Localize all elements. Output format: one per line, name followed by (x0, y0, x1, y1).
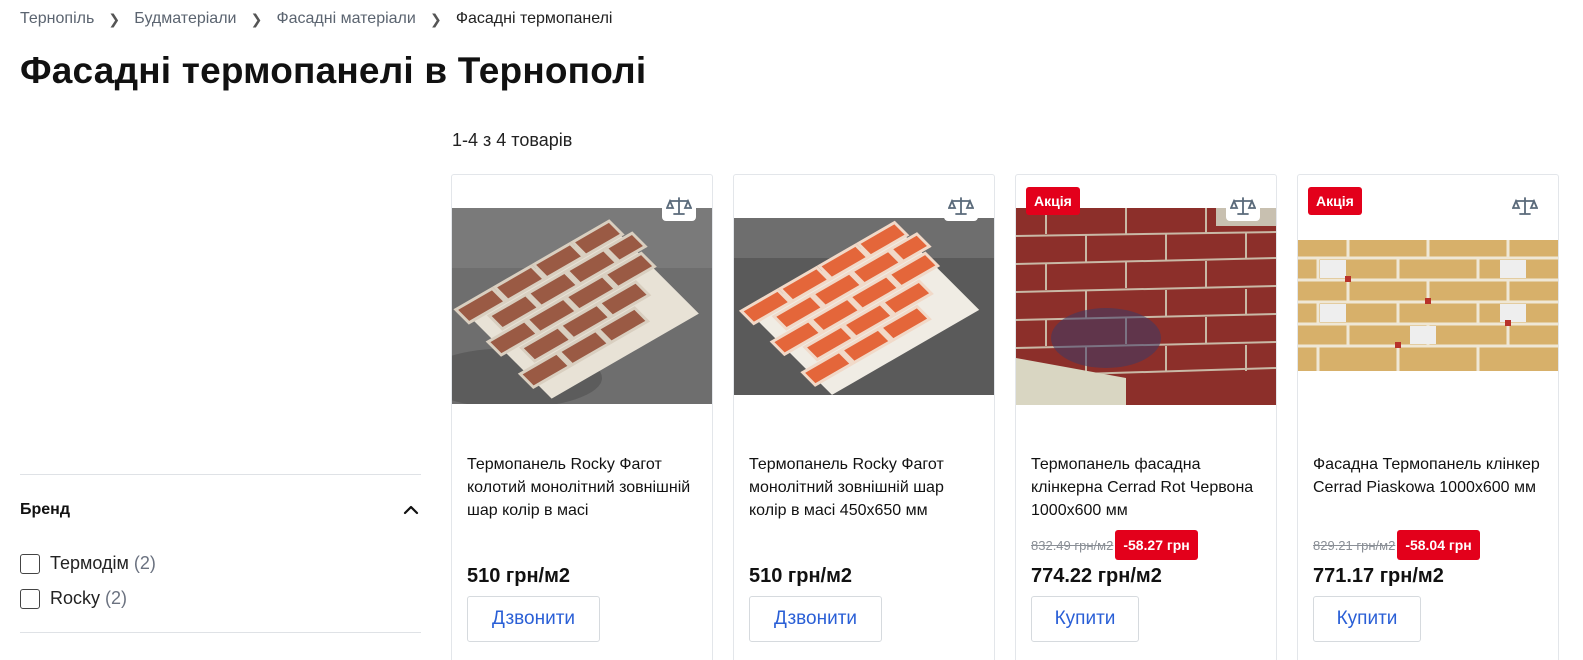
buy-button[interactable]: Купити (1031, 596, 1139, 642)
compare-button[interactable] (944, 191, 978, 221)
product-name[interactable]: Термопанель фасадна клінкерна Cerrad Rot… (1031, 453, 1261, 522)
product-name[interactable]: Термопанель Rocky Фагот колотий монолітн… (467, 453, 697, 522)
old-price: 832.49 грн/м2 (1031, 537, 1114, 553)
product-image[interactable] (1016, 208, 1276, 405)
page-title: Фасадні термопанелі в Тернополі (20, 50, 647, 91)
compare-button[interactable] (1508, 191, 1542, 221)
buy-button[interactable]: Купити (1313, 596, 1421, 642)
filter-divider (20, 632, 421, 633)
filter-divider (20, 474, 421, 475)
product-card[interactable]: Термопанель Rocky Фагот колотий монолітн… (451, 174, 713, 660)
filter-option-termodim[interactable]: Термодім (2) (20, 553, 156, 574)
product-price: 774.22 грн/м2 (1031, 565, 1162, 587)
product-price: 510 грн/м2 (749, 565, 853, 587)
checkbox[interactable] (20, 553, 40, 574)
compare-button[interactable] (1226, 191, 1260, 221)
scales-icon (948, 197, 974, 215)
scales-icon (1230, 197, 1256, 215)
old-price: 829.21 грн/м2 (1313, 537, 1396, 553)
product-image[interactable] (1298, 240, 1558, 371)
old-price-row: 832.49 грн/м2 -58.27 грн (1031, 530, 1198, 560)
product-card[interactable]: Акція Термопанель фасадна клінкерна Cerr… (1015, 174, 1277, 660)
filter-option-rocky[interactable]: Rocky (2) (20, 588, 127, 609)
breadcrumb-link-building-materials[interactable]: Будматеріали (134, 10, 236, 28)
chevron-up-icon[interactable] (401, 500, 421, 520)
discount-badge: -58.27 грн (1115, 530, 1198, 560)
product-name[interactable]: Фасадна Термопанель клінкер Cerrad Piask… (1313, 453, 1543, 499)
product-image[interactable] (734, 218, 994, 395)
call-button[interactable]: Дзвонити (749, 596, 882, 642)
compare-button[interactable] (662, 191, 696, 221)
breadcrumb: Тернопіль ❯ Будматеріали ❯ Фасадні матер… (20, 10, 612, 28)
product-card[interactable]: Термопанель Rocky Фагот монолітний зовні… (733, 174, 995, 660)
product-price: 510 грн/м2 (467, 565, 571, 587)
results-count: 1-4 з 4 товарів (452, 130, 573, 150)
scales-icon (1512, 197, 1538, 215)
filter-option-count: (2) (133, 553, 156, 573)
filter-brand-header[interactable]: Бренд (20, 500, 421, 520)
checkbox[interactable] (20, 588, 40, 609)
breadcrumb-link-facade-materials[interactable]: Фасадні матеріали (276, 10, 415, 28)
product-name[interactable]: Термопанель Rocky Фагот монолітний зовні… (749, 453, 979, 522)
filter-option-label: Rocky (50, 588, 101, 608)
discount-badge: -58.04 грн (1397, 530, 1480, 560)
chevron-right-icon: ❯ (429, 10, 442, 27)
filter-option-count: (2) (105, 588, 128, 608)
product-card[interactable]: Акція Фасадна Термопанель клінкер Cerrad… (1297, 174, 1559, 660)
scales-icon (666, 197, 692, 215)
call-button[interactable]: Дзвонити (467, 596, 600, 642)
filter-option-label: Термодім (50, 553, 129, 573)
chevron-right-icon: ❯ (108, 10, 121, 27)
filter-title: Бренд (20, 501, 70, 518)
sale-badge: Акція (1308, 187, 1362, 215)
chevron-right-icon: ❯ (250, 10, 263, 27)
product-price: 771.17 грн/м2 (1313, 565, 1444, 587)
sale-badge: Акція (1026, 187, 1080, 215)
breadcrumb-link-city[interactable]: Тернопіль (20, 10, 94, 28)
product-image[interactable] (452, 208, 712, 404)
old-price-row: 829.21 грн/м2 -58.04 грн (1313, 530, 1480, 560)
breadcrumb-current: Фасадні термопанелі (455, 10, 613, 27)
